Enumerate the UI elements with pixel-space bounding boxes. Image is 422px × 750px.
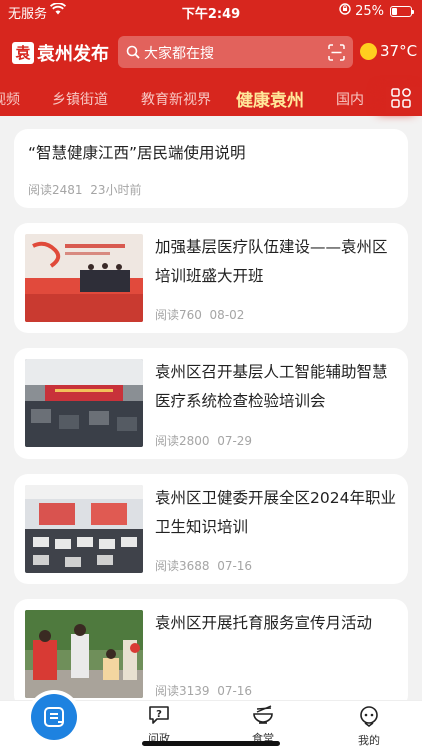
channel-menu-button[interactable] <box>386 87 422 113</box>
read-count: 阅读2481 <box>28 183 83 197</box>
scan-icon[interactable] <box>328 44 345 65</box>
news-feed: “智慧健康江西”居民端使用说明 阅读2481 23小时前 加强基层医疗队伍建设—… <box>0 116 422 700</box>
news-thumbnail <box>25 359 143 447</box>
tab-wenzheng[interactable]: ? 问政 <box>124 705 194 746</box>
news-card[interactable]: “智慧健康江西”居民端使用说明 阅读2481 23小时前 <box>14 129 408 208</box>
tab-video[interactable]: 视频 <box>0 89 20 109</box>
news-card[interactable]: 袁州区卫健委开展全区2024年职业卫生知识培训 阅读3688 07-16 <box>14 474 408 584</box>
news-title: 袁州区开展托育服务宣传月活动 <box>155 614 373 632</box>
search-icon <box>126 44 140 63</box>
news-card[interactable]: 加强基层医疗队伍建设——袁州区培训班盛大开班 阅读760 08-02 <box>14 223 408 333</box>
status-right: 25% <box>339 3 414 19</box>
tab-domestic[interactable]: 国内 <box>336 89 364 109</box>
news-thumbnail <box>25 485 143 573</box>
news-title: “智慧健康江西”居民端使用说明 <box>28 144 246 162</box>
publish-time: 08-02 <box>209 308 245 322</box>
question-icon: ? <box>148 706 170 728</box>
weather-widget[interactable]: 37°C <box>360 42 417 60</box>
svg-text:?: ? <box>156 709 162 720</box>
battery-percent: 25% <box>355 3 384 19</box>
search-placeholder: 大家都在搜 <box>144 46 214 62</box>
read-count: 阅读2800 <box>155 434 210 448</box>
battery-fill <box>392 7 397 15</box>
news-card[interactable]: 袁州区开展托育服务宣传月活动 阅读3139 07-16 <box>14 599 408 700</box>
app-header: 袁 袁州发布 大家都在搜 37°C <box>0 22 422 82</box>
news-meta: 阅读760 08-02 <box>155 306 244 323</box>
news-title: 袁州区召开基层人工智能辅助智慧医疗系统检查检验培训会 <box>155 363 388 410</box>
battery-icon <box>390 5 414 17</box>
news-title: 加强基层医疗队伍建设——袁州区培训班盛大开班 <box>155 238 388 285</box>
temperature: 37°C <box>380 42 418 60</box>
bowl-icon <box>251 705 275 728</box>
channel-tabs: 视频 乡镇街道 教育新视界 健康袁州 国内 <box>0 82 422 116</box>
news-meta: 阅读3688 07-16 <box>155 557 252 574</box>
news-thumbnail <box>25 234 143 322</box>
tab-health-yuanzhou[interactable]: 健康袁州 <box>236 86 304 111</box>
logo-mark: 袁 <box>12 42 34 64</box>
read-count: 阅读3688 <box>155 559 210 573</box>
user-icon <box>358 706 380 730</box>
orientation-lock-icon <box>339 3 351 19</box>
read-count: 阅读760 <box>155 308 202 322</box>
app-name: 袁州发布 <box>37 44 109 65</box>
news-meta: 阅读2800 07-29 <box>155 432 252 449</box>
home-icon <box>43 706 65 732</box>
publish-time: 07-16 <box>217 684 253 698</box>
home-indicator <box>142 741 280 746</box>
publish-time: 07-16 <box>217 559 253 573</box>
news-meta: 阅读3139 07-16 <box>155 682 252 699</box>
news-title: 袁州区卫健委开展全区2024年职业卫生知识培训 <box>155 489 396 536</box>
grid-icon <box>390 88 412 113</box>
search-bar[interactable]: 大家都在搜 <box>118 36 353 68</box>
publish-time: 23小时前 <box>90 183 142 197</box>
tab-canteen[interactable]: 食堂 <box>228 705 298 746</box>
sun-icon <box>360 42 377 60</box>
tab-label: 我的 <box>358 734 380 747</box>
read-count: 阅读3139 <box>155 684 210 698</box>
news-card[interactable]: 袁州区召开基层人工智能辅助智慧医疗系统检查检验培训会 阅读2800 07-29 <box>14 348 408 459</box>
publish-time: 07-29 <box>217 434 253 448</box>
status-bar: 无服务 下午2:49 25% <box>0 0 422 22</box>
news-thumbnail <box>25 610 143 698</box>
news-meta: 阅读2481 23小时前 <box>28 181 141 198</box>
tab-towns[interactable]: 乡镇街道 <box>52 89 108 109</box>
app-logo: 袁 袁州发布 <box>12 40 109 66</box>
home-tab-button[interactable] <box>31 694 77 740</box>
tab-education[interactable]: 教育新视界 <box>141 89 211 109</box>
tab-mine[interactable]: 我的 <box>334 705 404 748</box>
